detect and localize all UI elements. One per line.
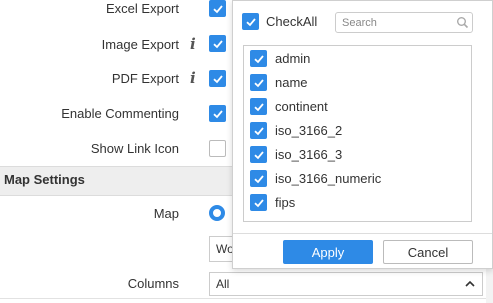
- checkmark-icon: [212, 4, 223, 13]
- image-export-checkbox[interactable]: [209, 35, 226, 52]
- columns-label: Columns: [127, 276, 179, 291]
- item-label: iso_3166_3: [275, 147, 343, 162]
- map-label: Map: [153, 206, 179, 221]
- columns-value: All: [216, 277, 230, 291]
- item-checkbox[interactable]: [250, 146, 267, 163]
- columns-popup: CheckAll admin name continent iso_3166_2…: [232, 0, 493, 269]
- show-link-icon-checkbox[interactable]: [209, 140, 226, 157]
- item-checkbox[interactable]: [250, 98, 267, 115]
- item-label: iso_3166_2: [275, 123, 343, 138]
- search-icon[interactable]: [456, 16, 469, 29]
- pdf-export-checkbox[interactable]: [209, 70, 226, 87]
- checkmark-icon: [253, 78, 264, 87]
- chevron-up-icon: [465, 280, 475, 287]
- bottom-divider: [0, 298, 493, 299]
- show-link-icon-label: Show Link Icon: [90, 141, 179, 156]
- list-item[interactable]: iso_3166_numeric: [244, 167, 471, 191]
- checkmark-icon: [245, 17, 256, 26]
- list-item[interactable]: iso_3166_2: [244, 119, 471, 143]
- list-item[interactable]: admin: [244, 47, 471, 71]
- excel-export-checkbox[interactable]: [209, 0, 226, 17]
- info-icon[interactable]: i: [190, 69, 196, 87]
- search-input[interactable]: [335, 12, 473, 33]
- popup-footer-divider: [233, 233, 492, 234]
- item-label: fips: [275, 195, 296, 210]
- list-item[interactable]: continent: [244, 95, 471, 119]
- item-label: admin: [275, 51, 311, 66]
- popup-header: CheckAll: [233, 1, 492, 41]
- item-checkbox[interactable]: [250, 194, 267, 211]
- info-icon[interactable]: i: [190, 35, 196, 53]
- enable-commenting-checkbox[interactable]: [209, 105, 226, 122]
- item-checkbox[interactable]: [250, 74, 267, 91]
- checkmark-icon: [253, 102, 264, 111]
- checkall-checkbox[interactable]: [242, 13, 259, 30]
- checkmark-icon: [253, 150, 264, 159]
- image-export-label: Image Export: [101, 37, 179, 52]
- checkmark-icon: [212, 109, 223, 118]
- column-list: admin name continent iso_3166_2 iso_3166…: [243, 45, 472, 222]
- checkmark-icon: [253, 174, 264, 183]
- cancel-button[interactable]: Cancel: [383, 240, 473, 264]
- item-label: iso_3166_numeric: [275, 171, 382, 186]
- apply-button[interactable]: Apply: [283, 240, 373, 264]
- section-title: Map Settings: [4, 172, 85, 187]
- checkmark-icon: [212, 39, 223, 48]
- checkall-label: CheckAll: [266, 14, 318, 29]
- list-item[interactable]: fips: [244, 191, 471, 215]
- item-label: continent: [275, 99, 328, 114]
- list-item[interactable]: name: [244, 71, 471, 95]
- item-label: name: [275, 75, 308, 90]
- checkmark-icon: [253, 126, 264, 135]
- enable-commenting-label: Enable Commenting: [61, 106, 179, 121]
- list-item[interactable]: iso_3166_3: [244, 143, 471, 167]
- checkmark-icon: [253, 54, 264, 63]
- map-radio-selected[interactable]: [209, 205, 225, 221]
- item-checkbox[interactable]: [250, 122, 267, 139]
- excel-export-label: Excel Export: [106, 1, 179, 16]
- item-checkbox[interactable]: [250, 50, 267, 67]
- checkmark-icon: [212, 74, 223, 83]
- checkmark-icon: [253, 198, 264, 207]
- columns-dropdown[interactable]: All: [209, 272, 483, 296]
- item-checkbox[interactable]: [250, 170, 267, 187]
- pdf-export-label: PDF Export: [111, 71, 179, 86]
